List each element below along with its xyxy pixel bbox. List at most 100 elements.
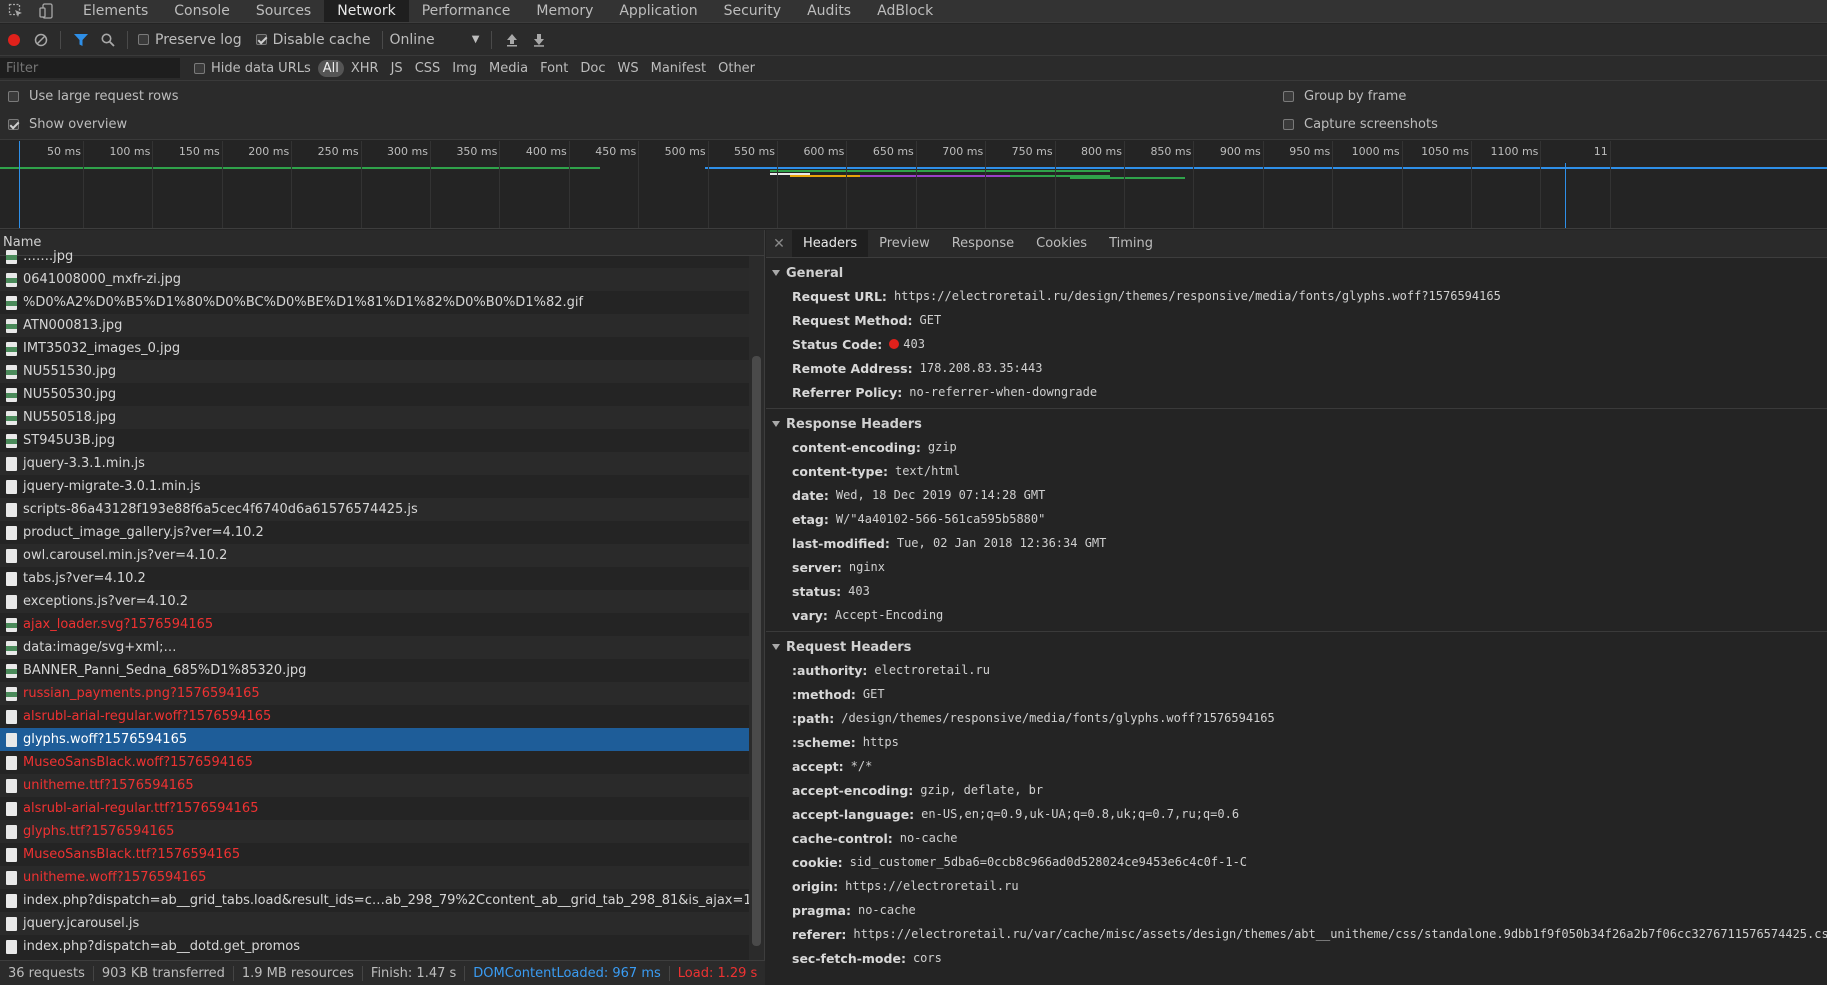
tab-performance[interactable]: Performance — [409, 0, 524, 22]
export-har-icon[interactable] — [525, 26, 552, 54]
group-by-frame-box[interactable] — [1283, 91, 1294, 102]
request-row[interactable]: unitheme.woff?1576594165 — [0, 866, 749, 889]
request-row[interactable]: %D0%A2%D0%B5%D1%80%D0%BC%D0%BE%D1%81%D1%… — [0, 291, 749, 314]
request-row[interactable]: NU550530.jpg — [0, 383, 749, 406]
capture-screenshots-checkbox[interactable]: Capture screenshots — [1283, 117, 1438, 132]
request-row[interactable]: glyphs.ttf?1576594165 — [0, 820, 749, 843]
device-toolbar-icon[interactable] — [32, 0, 62, 22]
tab-application[interactable]: Application — [606, 0, 710, 22]
large-rows-box[interactable] — [8, 91, 19, 102]
timeline-tick-label: 550 ms — [734, 145, 775, 158]
disable-cache-checkbox[interactable]: Disable cache — [255, 32, 370, 48]
filter-input[interactable] — [0, 58, 180, 78]
request-row[interactable]: ajax_loader.svg?1576594165 — [0, 613, 749, 636]
capture-screenshots-box[interactable] — [1283, 119, 1294, 130]
header-row: Request URL: https://electroretail.ru/des… — [766, 284, 1827, 308]
timeline-overview[interactable]: 50 ms 100 ms 150 ms 200 ms 250 ms 300 ms 350 m… — [0, 141, 1827, 229]
request-row[interactable]: NU550518.jpg — [0, 406, 749, 429]
timeline-tick-label: 1100 ms — [1490, 145, 1539, 158]
request-row[interactable]: jquery-3.3.1.min.js — [0, 452, 749, 475]
request-row[interactable]: alsrubl-arial-regular.ttf?1576594165 — [0, 797, 749, 820]
disable-cache-box[interactable] — [255, 34, 267, 45]
filter-toggle-icon[interactable] — [67, 26, 94, 54]
hide-data-urls-checkbox[interactable]: Hide data URLs — [194, 61, 311, 76]
request-row[interactable]: jquery.jcarousel.js — [0, 912, 749, 935]
show-overview-checkbox[interactable]: Show overview — [8, 117, 127, 132]
header-row: accept-encoding: gzip, deflate, br — [766, 778, 1827, 802]
request-row[interactable]: unitheme.ttf?1576594165 — [0, 774, 749, 797]
hide-data-urls-box[interactable] — [194, 62, 205, 74]
request-row[interactable]: glyphs.woff?1576594165 — [0, 728, 749, 751]
tab-security[interactable]: Security — [711, 0, 795, 22]
file-icon — [6, 847, 17, 862]
preserve-log-box[interactable] — [138, 34, 149, 45]
request-row[interactable]: scripts-86a43128f193e88f6a5cec4f6740d6a6… — [0, 498, 749, 521]
detail-tab-cookies[interactable]: Cookies — [1025, 230, 1098, 257]
search-icon[interactable] — [94, 26, 121, 54]
filter-type-xhr[interactable]: XHR — [346, 60, 384, 77]
section-header-response-headers[interactable]: Response Headers — [766, 413, 1827, 435]
large-rows-label: Use large request rows — [29, 89, 179, 104]
header-value: gzip, deflate, br — [920, 783, 1044, 797]
request-row[interactable]: tabs.js?ver=4.10.2 — [0, 567, 749, 590]
detail-tab-response[interactable]: Response — [941, 230, 1025, 257]
header-value: 178.208.83.35:443 — [919, 361, 1043, 375]
scrollbar-thumb[interactable] — [752, 356, 761, 946]
detail-tab-preview[interactable]: Preview — [868, 230, 941, 257]
image-file-icon — [6, 617, 17, 632]
tab-network[interactable]: Network — [324, 0, 409, 22]
show-overview-box[interactable] — [8, 119, 19, 130]
request-row[interactable]: index.php?dispatch=ab__grid_tabs.load&re… — [0, 889, 749, 912]
section-header-general[interactable]: General — [766, 262, 1827, 284]
request-row[interactable]: jquery-migrate-3.0.1.min.js — [0, 475, 749, 498]
filter-type-img[interactable]: Img — [447, 60, 482, 77]
request-row[interactable]: 0641008000_mxfr-zi.jpg — [0, 268, 749, 291]
inspect-element-icon[interactable] — [0, 0, 32, 22]
section-header-request-headers[interactable]: Request Headers — [766, 636, 1827, 658]
filter-type-doc[interactable]: Doc — [575, 60, 610, 77]
request-row[interactable]: NU551530.jpg — [0, 360, 749, 383]
large-rows-checkbox[interactable]: Use large request rows — [8, 89, 178, 104]
request-row[interactable]: ST945U3B.jpg — [0, 429, 749, 452]
header-row: server: nginx — [766, 555, 1827, 579]
filter-type-js[interactable]: JS — [386, 60, 408, 77]
close-icon[interactable]: ✕ — [766, 230, 792, 257]
request-row[interactable]: MuseoSansBlack.woff?1576594165 — [0, 751, 749, 774]
preserve-log-checkbox[interactable]: Preserve log — [138, 32, 242, 48]
request-row[interactable]: product_image_gallery.js?ver=4.10.2 — [0, 521, 749, 544]
request-row[interactable]: data:image/svg+xml;… — [0, 636, 749, 659]
filter-type-other[interactable]: Other — [713, 60, 760, 77]
request-row[interactable]: index.php?dispatch=ab__dotd.get_promos — [0, 935, 749, 958]
request-row[interactable]: owl.carousel.min.js?ver=4.10.2 — [0, 544, 749, 567]
request-name: unitheme.ttf?1576594165 — [23, 778, 194, 793]
tab-console[interactable]: Console — [161, 0, 243, 22]
request-row[interactable]: ATN000813.jpg — [0, 314, 749, 337]
request-row[interactable]: alsrubl-arial-regular.woff?1576594165 — [0, 705, 749, 728]
clear-button[interactable] — [27, 26, 54, 54]
filter-type-manifest[interactable]: Manifest — [646, 60, 711, 77]
tab-elements[interactable]: Elements — [70, 0, 161, 22]
group-by-frame-checkbox[interactable]: Group by frame — [1283, 89, 1406, 104]
filter-type-font[interactable]: Font — [535, 60, 573, 77]
tab-audits[interactable]: Audits — [794, 0, 864, 22]
request-row[interactable]: russian_payments.png?1576594165 — [0, 682, 749, 705]
throttling-select[interactable]: Online ▼ — [389, 32, 479, 48]
filter-type-media[interactable]: Media — [484, 60, 533, 77]
tab-memory[interactable]: Memory — [523, 0, 606, 22]
record-button[interactable] — [0, 26, 27, 54]
request-list-scrollbar[interactable] — [749, 256, 764, 960]
import-har-icon[interactable] — [498, 26, 525, 54]
filter-type-ws[interactable]: WS — [613, 60, 644, 77]
detail-tab-timing[interactable]: Timing — [1098, 230, 1164, 257]
request-row[interactable]: MuseoSansBlack.ttf?1576594165 — [0, 843, 749, 866]
request-row[interactable]: …….jpg — [0, 245, 749, 268]
tab-adblock[interactable]: AdBlock — [864, 0, 946, 22]
request-row[interactable]: IMT35032_images_0.jpg — [0, 337, 749, 360]
detail-tab-headers[interactable]: Headers — [792, 230, 869, 257]
request-row[interactable]: exceptions.js?ver=4.10.2 — [0, 590, 749, 613]
filter-type-all[interactable]: All — [317, 59, 344, 77]
tab-sources[interactable]: Sources — [243, 0, 324, 22]
filter-type-css[interactable]: CSS — [410, 60, 446, 77]
request-row[interactable]: BANNER_Panni_Sedna_685%D1%85320.jpg — [0, 659, 749, 682]
header-value: no-cache — [899, 831, 958, 845]
